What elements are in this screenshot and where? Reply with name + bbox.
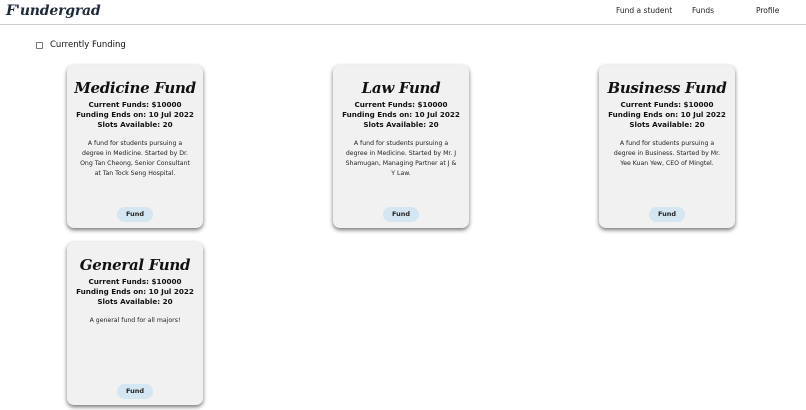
fund-card-description: A fund for students pursuing a degree in…: [80, 139, 190, 177]
fund-card-title: Law Fund: [361, 79, 441, 97]
nav-funds[interactable]: Funds: [692, 6, 714, 15]
current-funds: Current Funds: $10000: [620, 100, 714, 109]
fund-card-description: A general fund for all majors!: [89, 316, 181, 324]
fund-button[interactable]: Fund: [117, 384, 153, 399]
fund-button[interactable]: Fund: [117, 207, 153, 222]
current-funds: Current Funds: $10000: [354, 100, 448, 109]
fund-card-description: A fund for students pursuing a degree in…: [345, 139, 457, 177]
currently-funding-filter[interactable]: Currently Funding: [36, 39, 126, 51]
fund-card-stats: Current Funds: $10000 Funding Ends on: 1…: [67, 277, 203, 308]
fund-card-stats: Current Funds: $10000 Funding Ends on: 1…: [67, 100, 203, 131]
currently-funding-checkbox[interactable]: [36, 41, 43, 49]
current-funds: Current Funds: $10000: [88, 277, 182, 286]
top-navbar: F'undergrad Fund a student Funds Profile: [0, 0, 806, 25]
fund-card-stats: Current Funds: $10000 Funding Ends on: 1…: [599, 100, 735, 131]
fund-card-law: Law Fund Current Funds: $10000 Funding E…: [333, 65, 469, 228]
funding-ends: Funding Ends on: 10 Jul 2022: [76, 110, 194, 120]
funding-ends: Funding Ends on: 10 Jul 2022: [342, 110, 460, 120]
fund-card-title: General Fund: [79, 256, 191, 274]
fund-card-medicine: Medicine Fund Current Funds: $10000 Fund…: [67, 65, 203, 228]
funding-ends: Funding Ends on: 10 Jul 2022: [608, 110, 726, 120]
fund-card-business: Business Fund Current Funds: $10000 Fund…: [599, 65, 735, 228]
fund-card-description: A fund for students pursuing a degree in…: [613, 139, 721, 167]
fund-card-title: Medicine Fund: [74, 79, 196, 97]
fund-button[interactable]: Fund: [383, 207, 419, 222]
slots-available: Slots Available: 20: [629, 120, 705, 130]
fund-card-title: Business Fund: [607, 79, 727, 97]
fund-card-stats: Current Funds: $10000 Funding Ends on: 1…: [333, 100, 469, 131]
fund-card-general: General Fund Current Funds: $10000 Fundi…: [67, 242, 203, 405]
slots-available: Slots Available: 20: [363, 120, 439, 130]
currently-funding-label: Currently Funding: [50, 40, 126, 50]
nav-links: Fund a student Funds Profile: [0, 6, 806, 20]
nav-fund-a-student[interactable]: Fund a student: [616, 6, 672, 15]
current-funds: Current Funds: $10000: [88, 100, 182, 109]
nav-profile[interactable]: Profile: [756, 6, 779, 15]
slots-available: Slots Available: 20: [97, 297, 173, 307]
fund-button[interactable]: Fund: [649, 207, 685, 222]
funding-ends: Funding Ends on: 10 Jul 2022: [76, 287, 194, 297]
slots-available: Slots Available: 20: [97, 120, 173, 130]
